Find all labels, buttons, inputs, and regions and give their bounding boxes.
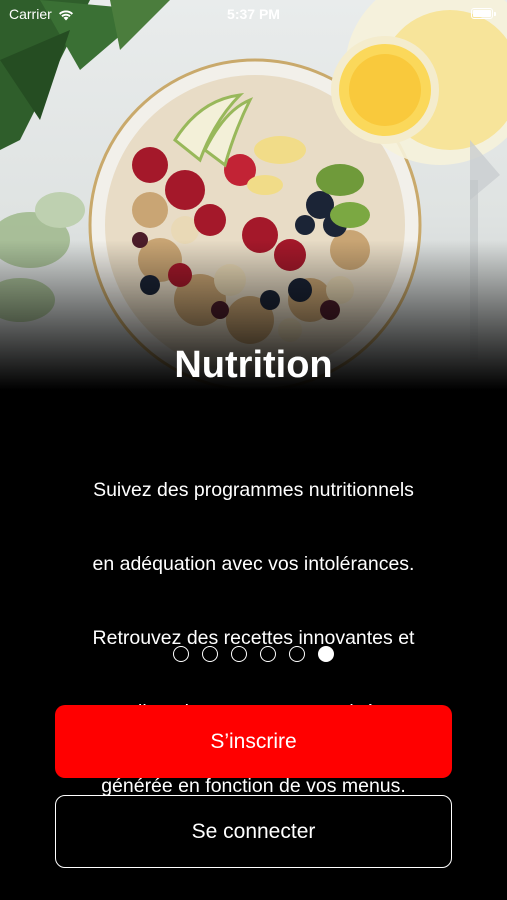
login-button[interactable]: Se connecter [55,795,452,868]
clock: 5:37 PM [227,6,280,22]
description-line: Suivez des programmes nutritionnels [93,479,414,501]
battery-fill [473,10,491,17]
status-bar: Carrier 5:37 PM [0,0,507,30]
page-dot[interactable] [173,646,189,662]
battery-icon [471,8,496,19]
page-dot[interactable] [260,646,276,662]
page-dot[interactable] [202,646,218,662]
page-indicator[interactable] [0,646,507,662]
description-line: en adéquation avec vos intolérances. [92,553,415,575]
page-dot[interactable] [318,646,334,662]
page-dot[interactable] [289,646,305,662]
page-title: Nutrition [174,344,333,386]
signup-button[interactable]: S’inscrire [55,705,452,778]
hero-image [0,0,507,390]
page-dot[interactable] [231,646,247,662]
feature-description: Suivez des programmes nutritionnels en a… [40,435,467,842]
